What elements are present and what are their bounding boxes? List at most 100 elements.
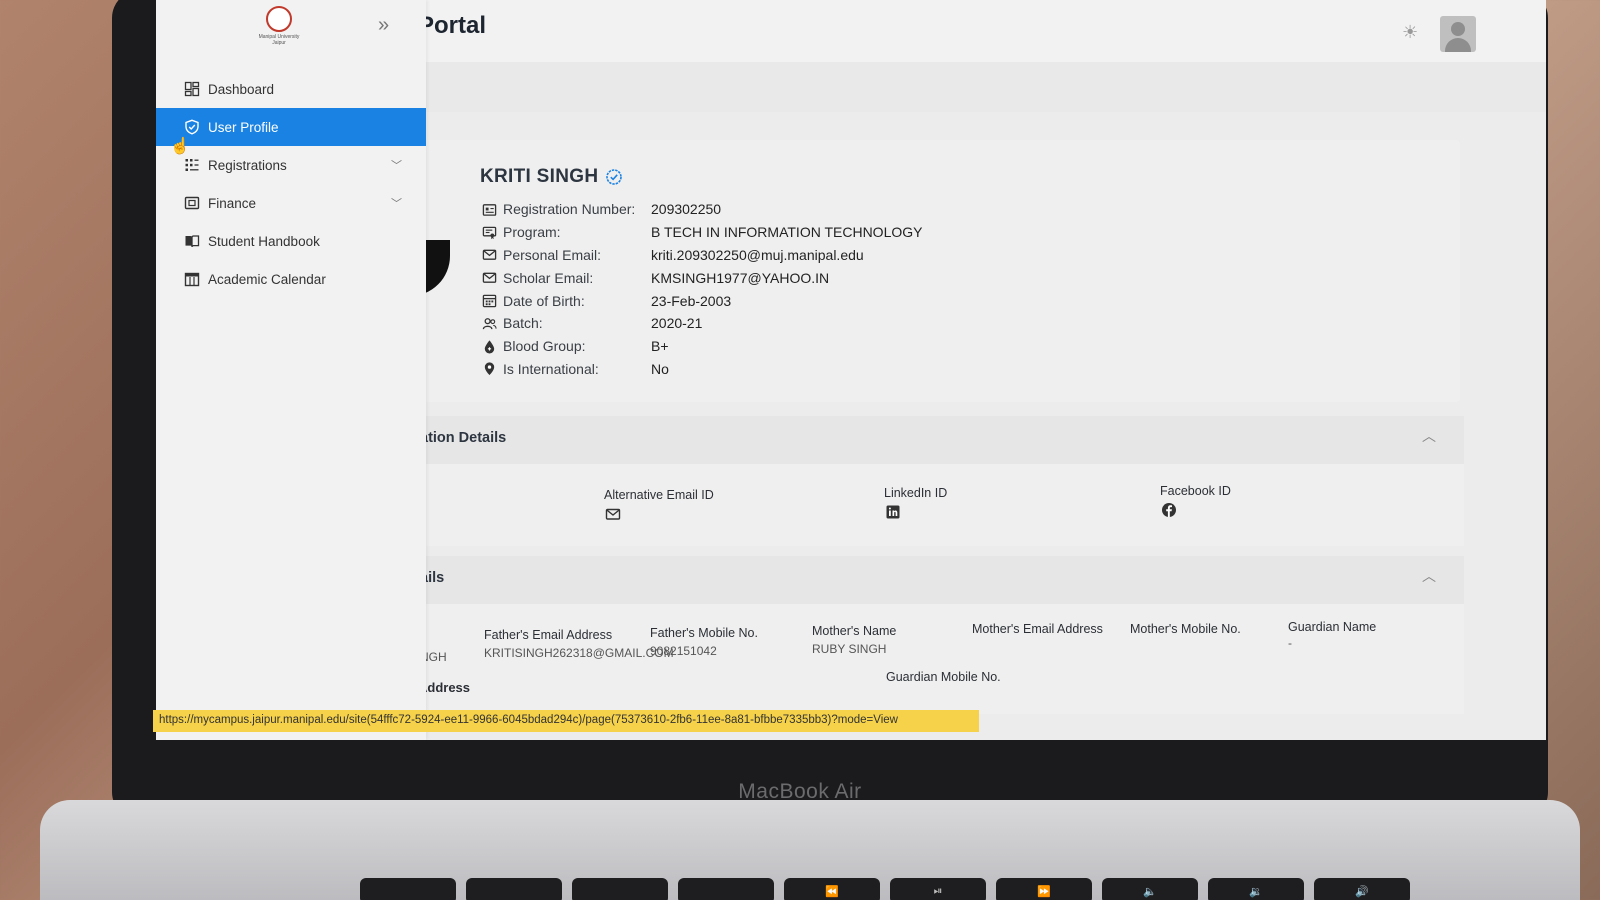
envelope-icon[interactable] (605, 506, 621, 522)
chevron-down-icon[interactable]: ﹀ (391, 195, 402, 211)
sidebar-item-label: Finance (208, 195, 257, 211)
guardian-name-value: - (1288, 636, 1292, 650)
sidebar-item-user-profile[interactable]: User Profile (156, 108, 426, 146)
calendar-icon (184, 271, 200, 287)
linkedin-icon[interactable] (885, 504, 901, 520)
sidebar-item-registrations[interactable]: Registrations ﹀ (156, 146, 426, 184)
dashboard-icon (184, 81, 200, 97)
users-icon (482, 316, 497, 331)
collapse-sidebar-button[interactable]: » (378, 14, 389, 37)
info-row-program: Program: B TECH IN INFORMATION TECHNOLOG… (482, 221, 922, 244)
rewind-key: ⏪ (784, 878, 880, 900)
linkedin-label: LinkedIn ID (884, 486, 948, 500)
student-name: KRITI SINGH (480, 166, 599, 187)
fast-forward-key: ⏩ (996, 878, 1092, 900)
info-label: Date of Birth: (503, 292, 585, 309)
sidebar-item-label: Registrations (208, 157, 287, 173)
sidebar-item-label: Dashboard (208, 81, 275, 97)
fathers-mobile-value: 9082151042 (650, 644, 717, 658)
avatar-head-shape (1451, 22, 1465, 36)
volume-down-key: 🔉 (1208, 878, 1304, 900)
logo-seal (266, 6, 292, 32)
info-value: 209302250 (651, 201, 722, 218)
verified-badge-icon (606, 169, 623, 185)
mouse-cursor-icon: ☝ (170, 138, 190, 155)
chevron-down-icon[interactable]: ﹀ (391, 157, 402, 173)
location-pin-icon (482, 361, 497, 376)
facebook-icon[interactable] (1161, 502, 1177, 518)
logo-caption: Manipal University Jaipur (258, 34, 300, 46)
mothers-email-label: Mother's Email Address (972, 622, 1103, 636)
device-brand-label: MacBook Air (738, 780, 862, 803)
status-bar-url: https://mycampus.jaipur.manipal.edu/site… (153, 710, 979, 732)
alt-email-label: Alternative Email ID (604, 488, 714, 502)
info-row-international: Is International: No (482, 358, 922, 381)
page-title: Portal (418, 12, 487, 39)
fathers-email-label: Father's Email Address (484, 628, 613, 642)
mothers-mobile-label: Mother's Mobile No. (1130, 622, 1241, 636)
key (360, 878, 456, 900)
key (572, 878, 668, 900)
info-row-registration: Registration Number: 209302250 (482, 198, 922, 221)
info-row-dob: Date of Birth: 23-Feb-2003 (482, 289, 922, 312)
info-value: kriti.209302250@muj.manipal.edu (651, 246, 864, 263)
chevron-up-icon[interactable]: ︿ (1422, 566, 1436, 586)
book-icon (184, 233, 200, 249)
info-value: B+ (651, 338, 669, 355)
sun-icon[interactable]: ☀ (1402, 22, 1418, 43)
info-value: 23-Feb-2003 (651, 292, 732, 309)
id-card-icon (482, 202, 497, 217)
grid-list-icon (184, 157, 200, 173)
fathers-mobile-label: Father's Mobile No. (650, 626, 758, 640)
fathers-email-value: KRITISINGH262318@GMAIL.COM (484, 646, 674, 660)
info-row-blood-group: Blood Group: B+ (482, 335, 922, 358)
parent-section-body: NGH Father's Email Address KRITISINGH262… (414, 604, 1464, 714)
key (466, 878, 562, 900)
parent-section-header[interactable]: ails ︿ (414, 556, 1464, 604)
avatar[interactable] (1440, 16, 1476, 52)
info-label: Registration Number: (503, 201, 636, 218)
mothers-name-value: RUBY SINGH (812, 642, 887, 656)
info-row-personal-email: Personal Email: kriti.209302250@muj.mani… (482, 244, 922, 267)
sidebar-item-finance[interactable]: Finance ﹀ (156, 184, 426, 222)
sidebar-item-label: User Profile (208, 119, 279, 135)
info-label: Batch: (503, 315, 543, 332)
info-row-scholar-email: Scholar Email: KMSINGH1977@YAHOO.IN (482, 266, 922, 289)
sidebar-item-label: Academic Calendar (208, 271, 326, 287)
certificate-icon (482, 225, 497, 240)
info-label: Scholar Email: (503, 269, 594, 286)
section-title: ation Details (420, 430, 507, 446)
chevron-up-icon[interactable]: ︿ (1422, 426, 1436, 446)
wallet-icon (184, 195, 200, 211)
volume-up-key: 🔊 (1314, 878, 1410, 900)
play-pause-key: ⏯ (890, 878, 986, 900)
info-value: 2020-21 (651, 315, 703, 332)
sidebar: Manipal University Jaipur » Dashboard Us… (156, 0, 426, 740)
avatar-bust-shape (1445, 38, 1471, 52)
university-logo[interactable]: Manipal University Jaipur (256, 6, 302, 50)
sidebar-item-student-handbook[interactable]: Student Handbook (156, 222, 426, 260)
keyboard-row: ⏪ ⏯ ⏩ 🔈 🔉 🔊 (360, 878, 1410, 900)
info-value: KMSINGH1977@YAHOO.IN (651, 269, 830, 286)
key (678, 878, 774, 900)
info-label: Personal Email: (503, 246, 602, 263)
profile-info-list: Registration Number: 209302250 Program: … (482, 198, 922, 380)
guardian-name-label: Guardian Name (1288, 620, 1377, 634)
info-value: B TECH IN INFORMATION TECHNOLOGY (651, 224, 923, 241)
profile-name-row: KRITI SINGH (480, 166, 623, 188)
info-row-batch: Batch: 2020-21 (482, 312, 922, 335)
mothers-name-label: Mother's Name (812, 624, 897, 638)
sidebar-nav: Dashboard User Profile Registrations ﹀ F… (156, 70, 426, 298)
contact-section-body: Alternative Email ID LinkedIn ID Faceboo… (414, 464, 1464, 546)
mute-key: 🔈 (1102, 878, 1198, 900)
blood-drop-icon (482, 339, 497, 354)
screen: Portal ☀ KRITI SINGH Registration Number… (156, 0, 1546, 740)
info-label: Blood Group: (503, 338, 586, 355)
facebook-label: Facebook ID (1160, 484, 1231, 498)
contact-section-header[interactable]: ation Details ︿ (414, 416, 1464, 464)
info-value: No (651, 360, 669, 377)
sidebar-item-academic-calendar[interactable]: Academic Calendar (156, 260, 426, 298)
envelope-icon (482, 270, 497, 285)
guardian-mobile-label: Guardian Mobile No. (886, 670, 1001, 684)
sidebar-item-dashboard[interactable]: Dashboard (156, 70, 426, 108)
